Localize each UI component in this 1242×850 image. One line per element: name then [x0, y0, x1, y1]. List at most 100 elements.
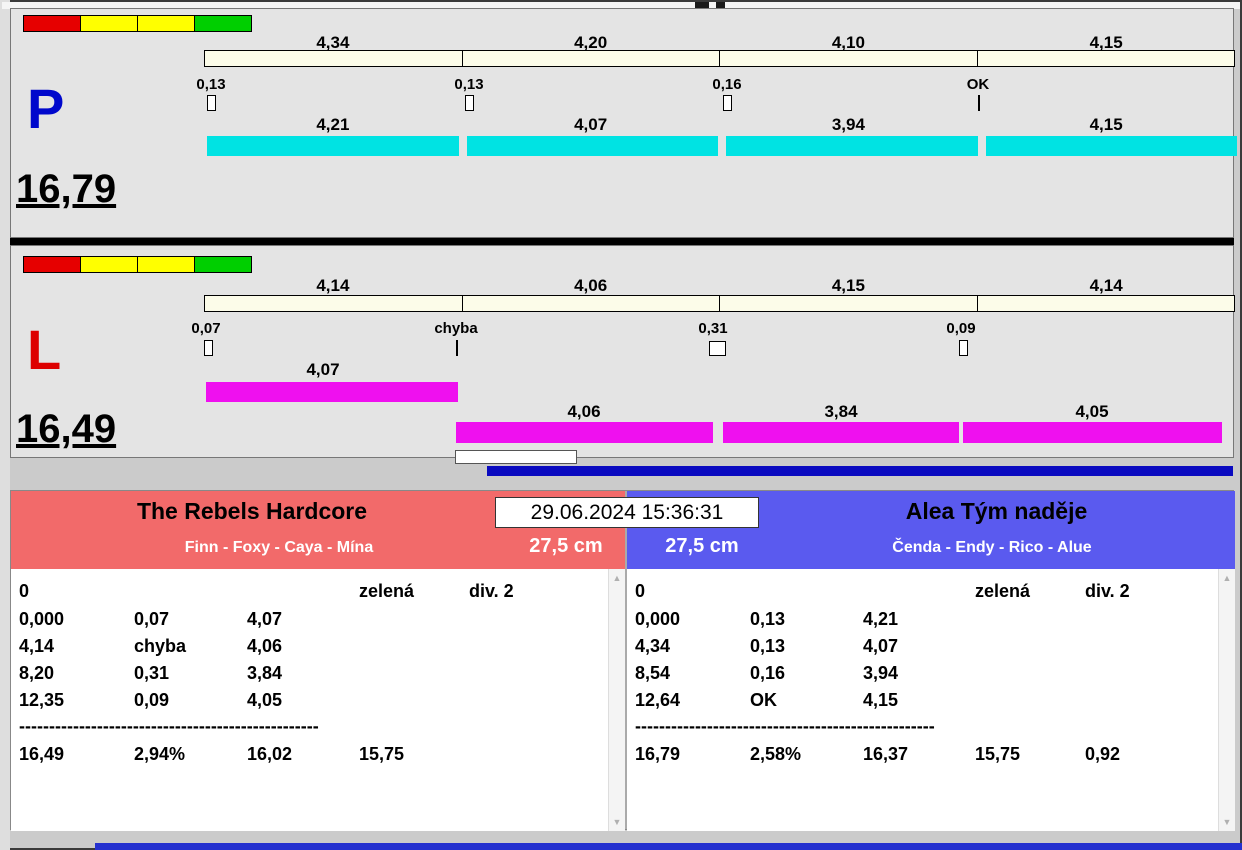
- split-bar-segment: [205, 296, 463, 311]
- team-right-results: 0 zelená div. 2 0,000 0,13 4,21 4,34 0,1…: [627, 569, 1235, 831]
- run-bar: [723, 422, 959, 443]
- result-cell: 4,15: [863, 690, 899, 710]
- team-right-name: Alea Tým naděje: [905, 498, 1088, 524]
- result-cell: 8,20: [19, 663, 55, 683]
- team-left-results: 0 zelená div. 2 0,000 0,07 4,07 4,14 chy…: [11, 569, 625, 831]
- red-light-icon: [23, 15, 81, 32]
- change-time: 0,16: [712, 76, 742, 93]
- run-bar: [985, 136, 1237, 156]
- result-cell: chyba: [134, 636, 187, 656]
- team-left-jump-height: 27,5 cm: [529, 535, 603, 557]
- result-cell: 0,31: [134, 663, 170, 683]
- result-cell: 4,21: [863, 609, 899, 629]
- split-time: 4,14: [1089, 276, 1123, 295]
- lane-letter: L: [27, 318, 62, 381]
- start-lights: [23, 256, 252, 273]
- split-time: 4,06: [574, 276, 608, 295]
- result-cell: 0,16: [750, 663, 786, 683]
- team-right-dogs: Čenda - Endy - Rico - Alue: [892, 539, 1092, 556]
- change-time: chyba: [434, 320, 478, 337]
- yellow-light-icon: [137, 15, 195, 32]
- result-cell: 4,34: [635, 636, 671, 656]
- result-cell: 0,000: [19, 609, 65, 629]
- change-time: 0,09: [946, 320, 976, 337]
- change-time: 0,13: [454, 76, 484, 93]
- run-time: 4,15: [1089, 115, 1123, 134]
- run-time: 4,06: [567, 402, 601, 421]
- result-cell: 0,09: [134, 690, 170, 710]
- split-time-labels: 4,14 4,06 4,15 4,14: [204, 276, 1235, 296]
- result-cell: 0,92: [1085, 744, 1121, 764]
- change-marker: [456, 340, 458, 356]
- result-cell: zelená: [975, 581, 1031, 601]
- result-cell: 16,37: [863, 744, 909, 764]
- result-cell: 0,000: [635, 609, 681, 629]
- scroll-up-icon[interactable]: ▲: [1219, 572, 1235, 584]
- split-bar-segment: [978, 51, 1235, 66]
- run-bar: [466, 136, 718, 156]
- split-time: 4,14: [316, 276, 350, 295]
- result-cell: 12,64: [635, 690, 681, 710]
- scroll-up-icon[interactable]: ▲: [609, 572, 625, 584]
- lane-letter: P: [27, 77, 65, 140]
- change-time: 0,07: [191, 320, 221, 337]
- yellow-light-icon: [137, 256, 195, 273]
- result-cell: 4,07: [863, 636, 899, 656]
- result-cell: 16,49: [19, 744, 65, 764]
- result-cell: 15,75: [359, 744, 405, 764]
- change-marker: [204, 340, 213, 356]
- lane-divider: [10, 238, 1234, 245]
- result-cell: div. 2: [469, 581, 514, 601]
- separator-dashes: ----------------------------------------…: [19, 716, 319, 736]
- lane-total-time: 16,49: [16, 407, 117, 451]
- separator-dashes: ----------------------------------------…: [635, 716, 935, 736]
- split-bar-segment: [978, 296, 1235, 311]
- result-cell: 0: [19, 581, 30, 601]
- run-time-labels: 4,21 4,07 3,94 4,15: [204, 115, 1235, 135]
- change-marker: [207, 95, 216, 111]
- split-bar-segment: [205, 51, 463, 66]
- result-cell: 0,13: [750, 609, 786, 629]
- result-cell: 12,35: [19, 690, 65, 710]
- lane-panel-p: 4,34 4,20 4,10 4,15 0,13 0,13 0,16 OK 4,…: [10, 8, 1237, 238]
- result-cell: div. 2: [1085, 581, 1130, 601]
- team-right-jump-height: 27,5 cm: [665, 535, 739, 557]
- result-cell: 0,07: [134, 609, 170, 629]
- result-cell: 4,07: [247, 609, 283, 629]
- result-cell: 15,75: [975, 744, 1021, 764]
- run-bar: [206, 382, 458, 402]
- result-cell: 3,84: [247, 663, 283, 683]
- app-window: 4,34 4,20 4,10 4,15 0,13 0,13 0,16 OK 4,…: [0, 0, 1242, 850]
- change-time: OK: [966, 76, 990, 93]
- split-bar-segment: [463, 51, 720, 66]
- result-cell: 4,05: [247, 690, 283, 710]
- scroll-down-icon[interactable]: ▼: [1219, 816, 1235, 828]
- change-time: 0,13: [196, 76, 226, 93]
- scroll-down-icon[interactable]: ▼: [609, 816, 625, 828]
- scrollbar[interactable]: ▲ ▼: [1218, 569, 1235, 831]
- run-bar: [456, 422, 713, 443]
- scrollbar[interactable]: ▲ ▼: [608, 569, 625, 831]
- change-marker: [723, 95, 732, 111]
- run-time: 4,21: [316, 115, 350, 134]
- change-marker: [959, 340, 968, 356]
- result-cell: 4,14: [19, 636, 55, 656]
- lane-total-time: 16,79: [16, 167, 117, 211]
- result-cell: 0,13: [750, 636, 786, 656]
- split-time: 4,15: [831, 276, 865, 295]
- result-cell: zelená: [359, 581, 415, 601]
- run-bars: [207, 136, 1237, 156]
- run-time: 4,07: [306, 360, 340, 379]
- result-cell: 0: [635, 581, 646, 601]
- status-box: [455, 450, 577, 464]
- results-panel: The Rebels Hardcore Finn - Foxy - Caya -…: [10, 490, 1235, 831]
- result-cell: 16,79: [635, 744, 681, 764]
- run-bar: [726, 136, 978, 156]
- run-time: 4,05: [1075, 402, 1109, 421]
- result-cell: 16,02: [247, 744, 293, 764]
- split-bar-segment: [720, 296, 978, 311]
- run-bar: [207, 136, 459, 156]
- split-bar-segment: [463, 296, 720, 311]
- yellow-light-icon: [80, 256, 138, 273]
- result-cell: OK: [750, 690, 777, 710]
